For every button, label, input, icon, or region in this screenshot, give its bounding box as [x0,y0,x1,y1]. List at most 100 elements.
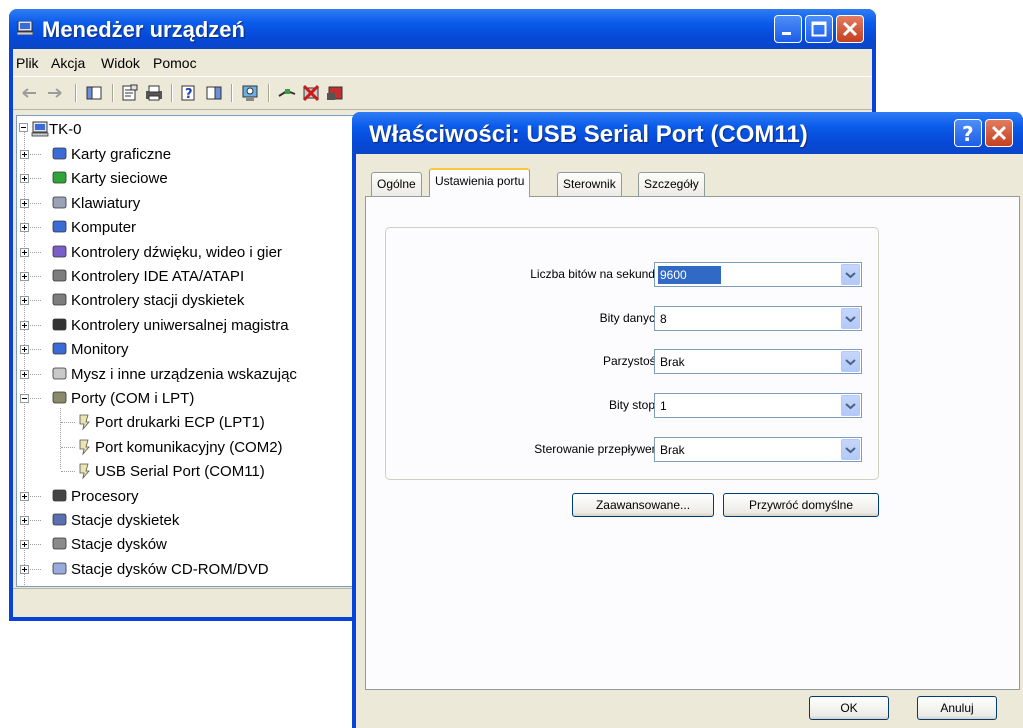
tree-line [61,446,75,448]
port-icon [79,463,90,480]
device-tree: TK-0 Karty graficzne Karty sieciowe Klawia… [16,115,363,587]
tree-category-label: Klawiatury [71,194,141,212]
dialog-close-button[interactable] [985,119,1013,147]
svg-text:?: ? [185,87,193,102]
tree-expand-toggle[interactable] [20,296,29,306]
update-driver-icon[interactable] [277,83,297,103]
tree-category-label: Monitory [71,341,129,359]
stop-bits-value: 1 [660,399,667,413]
tree-expand-toggle[interactable] [20,394,29,403]
tree-category-label: Stacje dysków [71,536,167,554]
forward-arrow-icon[interactable] [44,83,64,103]
ide-controller-icon [52,269,67,282]
properties-dialog: Właściwości: USB Serial Port (COM11) ? O… [352,112,1023,728]
chevron-down-icon[interactable] [841,351,860,372]
tree-line [61,471,75,473]
restore-defaults-button[interactable]: Przywróć domyślne [723,493,879,517]
monitor-icon [52,342,67,355]
tree-expand-toggle[interactable] [20,272,29,281]
minimize-button[interactable] [774,15,802,43]
show-hide-console-tree-icon[interactable] [84,83,104,103]
tree-category-label: Kontrolery IDE ATA/ATAPI [71,268,245,285]
tree-expand-toggle[interactable] [20,516,29,525]
keyboard-icon [52,196,67,209]
port-settings-panel: Liczba bitów na sekundę: 9600 Bity danyc… [365,196,1020,690]
back-arrow-icon[interactable] [20,83,40,103]
question-mark-icon: ? [962,122,974,146]
tree-expand-toggle[interactable] [20,174,29,184]
action-pane-icon[interactable] [204,83,224,103]
svg-text:?: ? [962,122,974,146]
processor-icon [52,489,67,501]
tree-expand-toggle[interactable] [20,223,29,233]
tab-details[interactable]: Szczegóły [638,172,705,196]
tree-expand-toggle[interactable] [20,150,29,159]
device-manager-titlebar[interactable]: Menedżer urządzeń [9,9,876,49]
tree-device-label: USB Serial Port (COM11) [95,463,265,481]
network-card-icon [52,171,67,184]
chevron-down-icon[interactable] [841,308,860,329]
close-button[interactable] [836,15,864,43]
ok-button[interactable]: OK [809,696,889,720]
properties-icon[interactable] [120,83,140,103]
tree-expand-toggle[interactable] [20,198,29,208]
floppy-controller-icon [52,293,67,306]
dialog-titlebar[interactable]: Właściwości: USB Serial Port (COM11) ? [352,112,1023,154]
print-icon[interactable] [144,83,164,103]
tree-category-label: Kontrolery uniwersalnej magistra [71,316,289,334]
chevron-down-icon[interactable] [841,439,860,460]
help-button[interactable]: ? [954,119,982,147]
disk-drive-icon [52,537,67,550]
tree-category-label: Karty sieciowe [71,170,168,188]
tree-expand-toggle[interactable] [20,345,29,355]
tree-expand-toggle[interactable] [20,564,29,574]
uninstall-device-icon[interactable] [325,83,345,103]
menu-view[interactable]: Widok [101,55,140,71]
help-icon[interactable]: ? [179,83,199,103]
cancel-button[interactable]: Anuluj [917,696,997,720]
tab-port-settings[interactable]: Ustawienia portu [429,168,531,197]
minimize-icon [782,32,791,35]
computer-icon [17,21,33,35]
port-icon [52,391,67,404]
disable-device-icon[interactable] [301,83,321,103]
maximize-icon [811,21,827,37]
tree-category-label: Stacje dysków CD-ROM/DVD [71,560,269,578]
menu-file[interactable]: Plik [16,55,39,71]
tree-category-label: Stacje dyskietek [71,512,180,529]
port-icon [79,439,90,456]
scan-hardware-icon[interactable] [240,83,260,103]
baud-rate-value: 9600 [658,266,721,284]
tree-expand-toggle[interactable] [20,320,29,330]
tree-root-collapse-toggle[interactable] [19,123,28,132]
tree-line [60,408,61,470]
tab-general[interactable]: Ogólne [371,172,422,196]
stop-bits-select[interactable]: 1 [654,393,862,418]
menu-help[interactable]: Pomoc [153,55,197,71]
cdrom-icon [52,562,67,575]
close-icon [991,125,1007,141]
tree-category-label: Komputer [71,219,137,237]
device-manager-title: Menedżer urządzeń [42,17,245,42]
maximize-button[interactable] [805,15,833,43]
tree-expand-toggle[interactable] [20,247,29,257]
tree-category-label: Karty graficzne [71,146,172,163]
chevron-down-icon[interactable] [841,395,860,416]
baud-rate-select[interactable]: 9600 [654,262,862,287]
flow-control-select[interactable]: Brak [654,437,862,462]
advanced-button[interactable]: Zaawansowane... [572,493,714,517]
tree-expand-toggle[interactable] [20,491,29,501]
computer-icon [52,220,67,233]
data-bits-select[interactable]: 8 [654,306,862,331]
tree-expand-toggle[interactable] [20,369,29,379]
dialog-client: Ogólne Ustawienia portu Sterownik Szczeg… [356,154,1023,728]
chevron-down-icon[interactable] [841,264,860,285]
data-bits-value: 8 [660,312,667,326]
parity-select[interactable]: Brak [654,349,862,374]
menu-action[interactable]: Akcja [51,55,85,71]
tree-category-label: Kontrolery stacji dyskietek [71,292,245,310]
sound-icon [52,245,67,257]
tab-driver[interactable]: Sterownik [557,172,622,196]
dialog-title: Właściwości: USB Serial Port (COM11) [369,121,808,148]
tree-expand-toggle[interactable] [20,540,29,550]
